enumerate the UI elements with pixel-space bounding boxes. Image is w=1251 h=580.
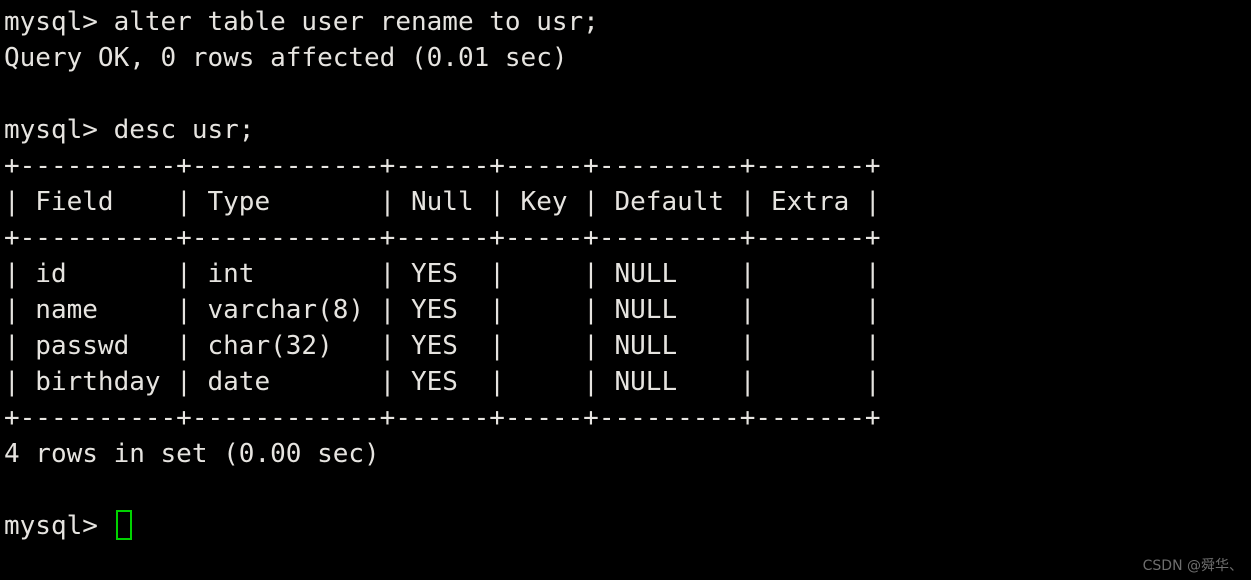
table-border-top: +----------+------------+------+-----+--… [4, 151, 881, 181]
terminal-line-blank-1 [4, 76, 1251, 112]
terminal-line-blank-2 [4, 472, 1251, 508]
text-cursor [115, 510, 132, 540]
table-footer-rowcount: 4 rows in set (0.00 sec) [4, 439, 380, 469]
table-header-row: | Field | Type | Null | Key | Default | … [4, 187, 881, 217]
table-border-header: +----------+------------+------+-----+--… [4, 223, 881, 253]
terminal-line-result-alter: Query OK, 0 rows affected (0.01 sec) [4, 43, 568, 73]
table-border-bottom: +----------+------------+------+-----+--… [4, 403, 881, 433]
table-row: | id | int | YES | | NULL | | [4, 259, 881, 289]
table-row: | passwd | char(32) | YES | | NULL | | [4, 331, 881, 361]
terminal-line-command-desc: mysql> desc usr; [4, 115, 255, 145]
terminal-line-command-alter: mysql> alter table user rename to usr; [4, 7, 599, 37]
terminal-prompt-line[interactable]: mysql> [4, 508, 1251, 544]
prompt-label: mysql> [4, 511, 114, 541]
table-row: | name | varchar(8) | YES | | NULL | | [4, 295, 881, 325]
csdn-watermark: CSDN @舜华、 [1142, 558, 1243, 574]
table-row: | birthday | date | YES | | NULL | | [4, 367, 881, 397]
terminal-window[interactable]: mysql> alter table user rename to usr; Q… [0, 0, 1251, 580]
